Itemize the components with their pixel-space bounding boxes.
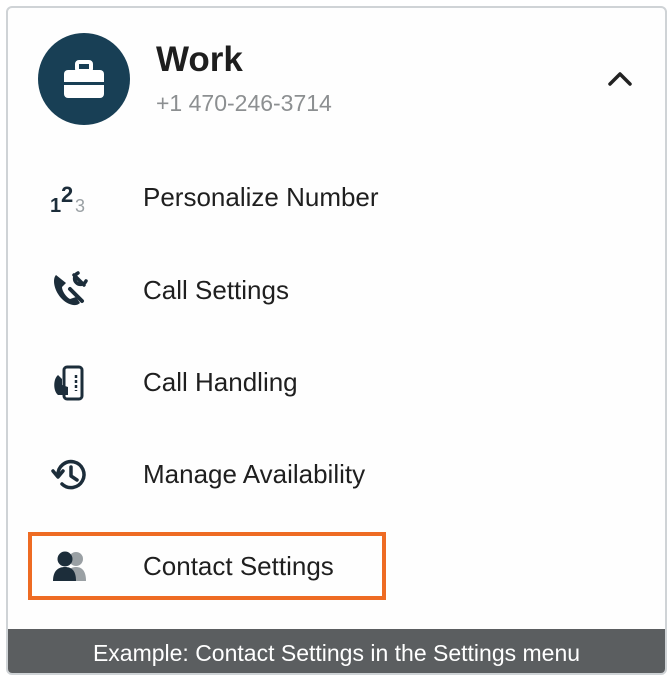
contacts-icon bbox=[48, 545, 92, 589]
settings-menu-panel: Work +1 470-246-3714 1 2 3 Personalize N… bbox=[6, 6, 667, 675]
svg-text:3: 3 bbox=[75, 196, 85, 216]
menu-item-label: Manage Availability bbox=[143, 459, 366, 489]
history-clock-icon bbox=[48, 453, 92, 497]
menu-item-personalize-number[interactable]: 1 2 3 Personalize Number bbox=[28, 162, 628, 232]
menu-item-manage-availability[interactable]: Manage Availability bbox=[28, 439, 628, 509]
numbers-123-icon: 1 2 3 bbox=[48, 176, 92, 220]
menu-item-label: Call Settings bbox=[143, 275, 289, 305]
phone-wrench-icon bbox=[48, 269, 92, 313]
menu-item-contact-settings[interactable]: Contact Settings bbox=[28, 531, 628, 601]
account-name: Work bbox=[156, 40, 243, 79]
menu-item-label: Call Handling bbox=[143, 367, 298, 397]
svg-text:2: 2 bbox=[61, 182, 73, 207]
account-header: Work +1 470-246-3714 bbox=[8, 8, 665, 138]
menu-item-call-handling[interactable]: Call Handling bbox=[28, 347, 628, 417]
account-phone-number: +1 470-246-3714 bbox=[156, 90, 332, 116]
caption-bar: Example: Contact Settings in the Setting… bbox=[8, 629, 665, 673]
svg-text:1: 1 bbox=[50, 195, 61, 217]
briefcase-icon bbox=[64, 60, 104, 98]
menu-item-label: Personalize Number bbox=[143, 182, 379, 212]
account-avatar bbox=[38, 33, 130, 125]
menu-item-call-settings[interactable]: Call Settings bbox=[28, 255, 628, 325]
menu-item-label: Contact Settings bbox=[143, 551, 334, 581]
chevron-up-icon bbox=[608, 72, 632, 86]
phone-handling-icon bbox=[48, 361, 92, 405]
collapse-button[interactable] bbox=[598, 60, 642, 96]
